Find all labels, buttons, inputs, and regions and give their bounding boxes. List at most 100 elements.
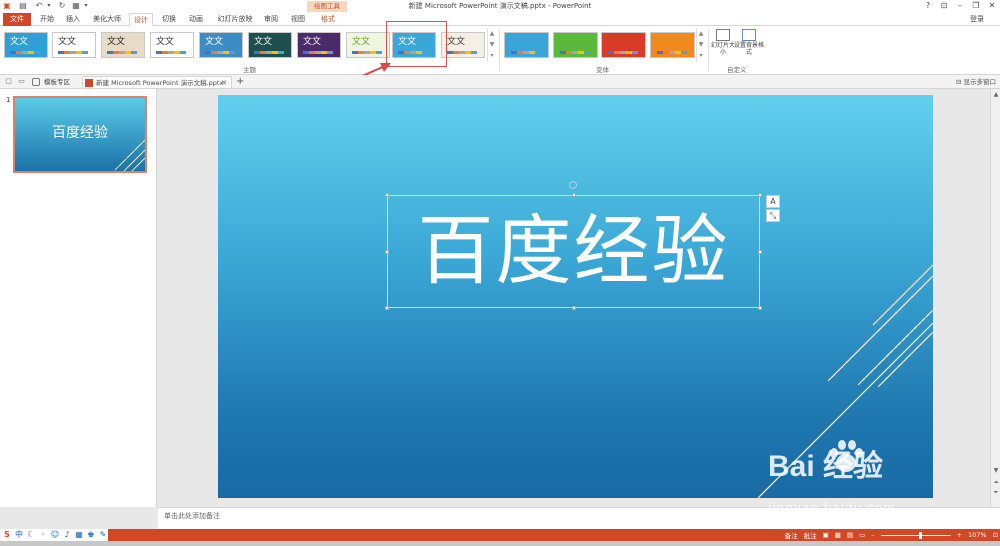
- theme-option-1[interactable]: 文文: [4, 32, 48, 58]
- previous-slide-icon[interactable]: ⏶: [991, 479, 1000, 487]
- zoom-out-icon[interactable]: –: [871, 531, 874, 539]
- zoom-slider-thumb[interactable]: [918, 531, 922, 539]
- theme-sample-text: 文文: [107, 37, 126, 47]
- vertical-scrollbar[interactable]: ▲ ▼ ⏶ ⏷: [990, 89, 1000, 507]
- variants-group-label: 变体: [596, 66, 609, 74]
- theme-sample-text: 文文: [205, 37, 224, 47]
- tab-slideshow[interactable]: 幻灯片放映: [212, 13, 258, 26]
- tab-transitions[interactable]: 切换: [158, 13, 180, 26]
- sogou-icon[interactable]: S: [2, 529, 12, 541]
- scroll-up-icon[interactable]: ▲: [697, 28, 705, 39]
- watermark-url: jingyan.baidu.com: [768, 501, 896, 515]
- rotate-handle[interactable]: [569, 181, 577, 189]
- zoom-slider[interactable]: [880, 531, 951, 539]
- resize-handle[interactable]: [385, 306, 389, 310]
- reading-view-icon[interactable]: ▤: [847, 531, 853, 539]
- theme-option-10[interactable]: 文文: [441, 32, 485, 58]
- show-multi-window-button[interactable]: ⊟ 显示多窗口: [956, 76, 996, 86]
- slide-canvas[interactable]: 百度经验 A ⤡: [218, 95, 933, 498]
- tab-animations[interactable]: 动画: [185, 13, 207, 26]
- zoom-level[interactable]: 107%: [968, 531, 987, 539]
- theme-option-3[interactable]: 文文: [101, 32, 145, 58]
- add-tab-icon[interactable]: +: [236, 75, 244, 88]
- close-icon[interactable]: ✕: [984, 0, 1000, 12]
- theme-option-7[interactable]: 文文: [297, 32, 341, 58]
- tab-design[interactable]: 设计: [129, 13, 153, 26]
- ime-punct-icon[interactable]: ◦: [38, 529, 48, 541]
- title-textbox[interactable]: 百度经验: [385, 193, 762, 310]
- slide-sorter-icon[interactable]: ▦: [835, 531, 841, 539]
- slide-size-icon: [716, 29, 730, 41]
- format-background-button[interactable]: 设置背景格式: [734, 29, 764, 56]
- comments-toggle[interactable]: 批注: [804, 530, 817, 540]
- next-slide-icon[interactable]: ⏷: [991, 489, 1000, 497]
- login-link[interactable]: 登录: [970, 14, 984, 24]
- theme-option-2[interactable]: 文文: [52, 32, 96, 58]
- theme-color-swatch: [156, 51, 186, 54]
- variant-option-4[interactable]: [650, 32, 695, 58]
- ime-skin-icon[interactable]: ♚: [86, 529, 96, 541]
- zoom-in-icon[interactable]: +: [957, 531, 962, 539]
- normal-view-icon[interactable]: ▣: [823, 531, 829, 539]
- ime-mic-icon[interactable]: ♪: [62, 529, 72, 541]
- minimize-icon[interactable]: –: [952, 0, 968, 12]
- variant-option-2[interactable]: [553, 32, 598, 58]
- tab-beautify-master[interactable]: 美化大师: [89, 13, 125, 26]
- resize-handle[interactable]: [758, 193, 762, 197]
- layout-options-icon[interactable]: ⤡: [766, 209, 780, 222]
- resize-handle[interactable]: [758, 306, 762, 310]
- tab-view[interactable]: 视图: [287, 13, 309, 26]
- resize-handle[interactable]: [572, 193, 576, 197]
- slide-size-button[interactable]: 幻灯片大小: [709, 29, 737, 56]
- ime-keyboard-icon[interactable]: ▦: [74, 529, 84, 541]
- ime-moon-icon[interactable]: ☾: [26, 529, 36, 541]
- tab-current-document[interactable]: 新建 Microsoft PowerPoint 演示文稿.pptx ✕: [82, 76, 232, 88]
- theme-option-6[interactable]: 文文: [248, 32, 292, 58]
- restore-icon[interactable]: ❐: [968, 0, 984, 12]
- theme-option-5[interactable]: 文文: [199, 32, 243, 58]
- tab-review[interactable]: 审阅: [260, 13, 282, 26]
- tab-insert[interactable]: 插入: [62, 13, 84, 26]
- tab-home[interactable]: 开始: [36, 13, 58, 26]
- theme-sample-text: 文文: [254, 37, 273, 47]
- gallery-more-icon[interactable]: ▾: [697, 50, 705, 61]
- tab-file[interactable]: 文件: [3, 13, 31, 26]
- theme-color-swatch: [10, 51, 40, 54]
- ribbon-tabs: 绘图工具 文件 开始 插入 美化大师 设计 切换 动画 幻灯片放映 审阅 视图 …: [0, 1, 1000, 26]
- slide-thumbnail[interactable]: 百度经验: [13, 96, 147, 173]
- home-icon: [32, 78, 40, 86]
- gallery-more-icon[interactable]: ▾: [488, 50, 496, 61]
- open-folder-icon[interactable]: ▭: [17, 77, 26, 86]
- resize-handle[interactable]: [572, 306, 576, 310]
- ribbon-display-icon[interactable]: ⊡: [936, 0, 952, 12]
- variant-color-swatch: [560, 51, 590, 54]
- scroll-down-icon[interactable]: ▼: [991, 467, 1000, 474]
- theme-option-8[interactable]: 文文: [346, 32, 390, 58]
- status-bar: S 中 ☾ ◦ ☺ ♪ ▦ ♚ ✎ 备注 批注 ▣ ▦ ▤ ▭ – + 107%…: [0, 529, 1000, 546]
- ime-emoji-icon[interactable]: ☺: [50, 529, 60, 541]
- ime-chinese-icon[interactable]: 中: [14, 529, 24, 541]
- slideshow-icon[interactable]: ▭: [859, 531, 865, 539]
- close-tab-icon[interactable]: ✕: [221, 77, 227, 89]
- variant-gallery-scroll[interactable]: ▲ ▼ ▾: [696, 28, 705, 62]
- tab-template-zone[interactable]: 模板专区: [30, 76, 80, 88]
- notes-toggle[interactable]: 备注: [785, 530, 798, 540]
- ime-tools-icon[interactable]: ✎: [98, 529, 108, 541]
- slide-thumbnail-pane: 1 百度经验: [0, 89, 157, 507]
- scroll-down-icon[interactable]: ▼: [488, 39, 496, 50]
- variant-option-1[interactable]: [504, 32, 549, 58]
- themes-group-label: 主题: [243, 66, 256, 74]
- new-doc-icon[interactable]: ▢: [4, 77, 13, 86]
- scroll-up-icon[interactable]: ▲: [991, 91, 1000, 98]
- slide-title[interactable]: 百度经验: [388, 206, 759, 296]
- theme-gallery-scroll[interactable]: ▲ ▼ ▾: [487, 28, 496, 62]
- help-icon[interactable]: ?: [920, 0, 936, 12]
- tab-format[interactable]: 格式: [314, 13, 342, 26]
- variant-option-3[interactable]: [601, 32, 646, 58]
- fit-slide-icon[interactable]: ⊡: [993, 531, 998, 539]
- theme-option-4[interactable]: 文文: [150, 32, 194, 58]
- scroll-down-icon[interactable]: ▼: [697, 39, 705, 50]
- resize-handle[interactable]: [385, 193, 389, 197]
- scroll-up-icon[interactable]: ▲: [488, 28, 496, 39]
- text-format-button[interactable]: A: [766, 195, 780, 208]
